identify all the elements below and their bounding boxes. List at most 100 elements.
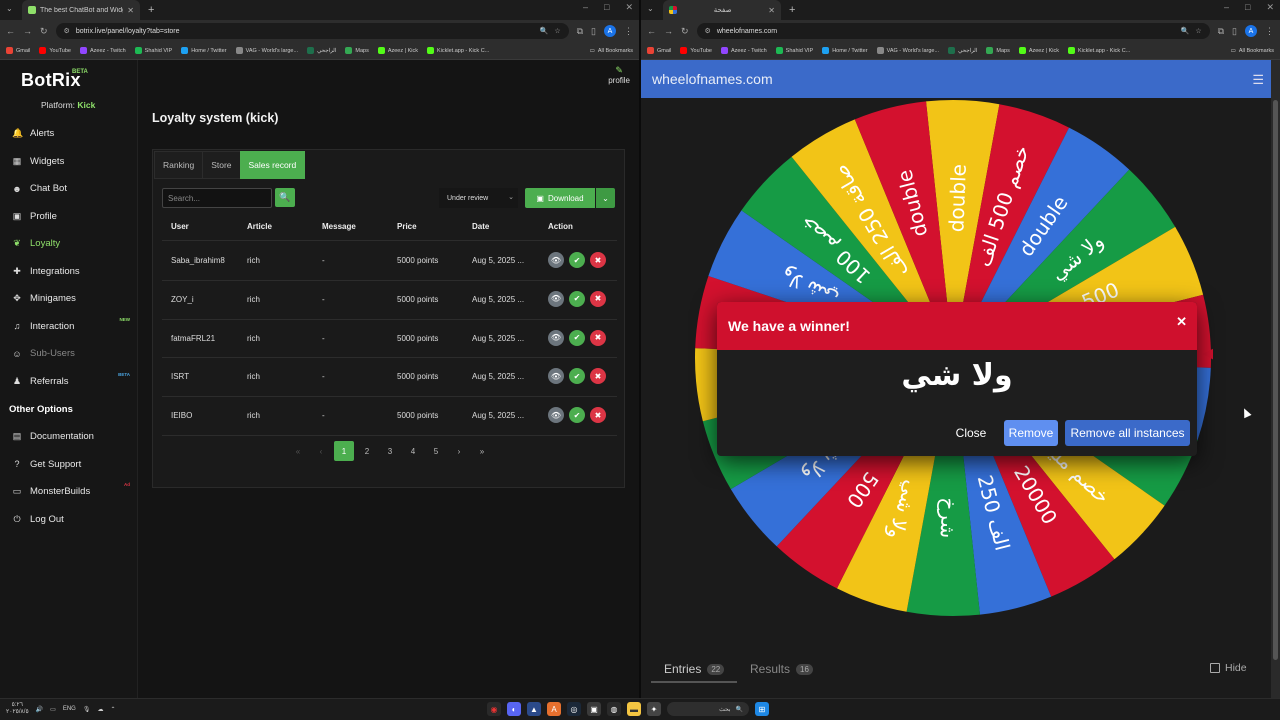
bookmark-item[interactable]: Gmail xyxy=(647,47,671,54)
new-tab-icon[interactable]: + xyxy=(148,4,154,16)
bookmark-item[interactable]: VAG - World's large... xyxy=(876,47,939,54)
sidebar-item-integrations[interactable]: ✚ Integrations xyxy=(0,258,138,286)
prev-page-icon[interactable]: ‹ xyxy=(311,441,331,461)
reload-icon[interactable]: ↻ xyxy=(681,26,689,37)
bookmark-item[interactable]: Kicklet.app - Kick C... xyxy=(1068,47,1130,54)
approve-icon[interactable]: ✔ xyxy=(569,290,585,307)
extensions-icon[interactable]: ⧉ xyxy=(577,26,583,37)
zoom-icon[interactable]: 🔍 xyxy=(540,27,549,35)
close-icon[interactable]: ✕ xyxy=(1176,314,1187,330)
search-input[interactable]: Search... xyxy=(162,188,272,208)
back-icon[interactable]: ← xyxy=(647,26,656,36)
minimize-icon[interactable]: – xyxy=(583,2,588,13)
back-icon[interactable]: ← xyxy=(6,26,15,36)
approve-icon[interactable]: ✔ xyxy=(569,329,585,346)
steam-icon[interactable]: ◎ xyxy=(567,702,581,716)
cloud-icon[interactable]: ☁ xyxy=(97,706,103,713)
view-icon[interactable]: 👁 xyxy=(548,329,564,346)
sidebar-item-interaction[interactable]: ♫ Interaction NEW xyxy=(0,313,138,341)
sidebar-item-minigames[interactable]: ✥ Minigames xyxy=(0,285,138,313)
sidebar-item-referrals[interactable]: ♟ Referrals BETA xyxy=(0,368,138,396)
microphone-icon[interactable]: 🎙 xyxy=(83,706,91,713)
language-indicator[interactable]: ENG xyxy=(63,706,76,712)
bookmark-item[interactable]: Gmail xyxy=(6,47,30,54)
maximize-icon[interactable]: □ xyxy=(604,2,609,13)
close-button[interactable]: Close xyxy=(949,420,993,446)
bookmark-item[interactable]: الراجحي xyxy=(307,47,336,54)
reject-icon[interactable]: ✖ xyxy=(590,329,606,346)
bookmark-item[interactable]: VAG - World's large... xyxy=(235,47,298,54)
obs-icon[interactable]: ◉ xyxy=(487,702,501,716)
tab-sales-record[interactable]: Sales record xyxy=(239,151,306,179)
forward-icon[interactable]: → xyxy=(664,26,673,36)
sidebar-item-alerts[interactable]: 🔔 Alerts xyxy=(0,120,138,148)
approve-icon[interactable]: ✔ xyxy=(569,252,585,268)
bookmark-item[interactable]: Azeez | Kick xyxy=(1018,47,1059,54)
forward-icon[interactable]: → xyxy=(23,26,32,36)
status-filter-select[interactable]: Under review ⌄ xyxy=(439,188,518,208)
close-tab-icon[interactable]: ✕ xyxy=(768,6,775,15)
discord-icon[interactable]: ◐ xyxy=(507,702,521,716)
bookmark-item[interactable]: Kicklet.app - Kick C... xyxy=(427,47,489,54)
app-icon[interactable]: A xyxy=(547,702,561,716)
sidebar-item-profile[interactable]: ▣ Profile xyxy=(0,203,138,231)
sidebar-item-chat-bot[interactable]: ☻ Chat Bot xyxy=(0,175,138,203)
reject-icon[interactable]: ✖ xyxy=(590,368,606,385)
download-dropdown-toggle[interactable]: ⌄ xyxy=(596,188,615,208)
tab-search-icon[interactable]: ⌄ xyxy=(6,4,13,13)
scrollbar[interactable] xyxy=(1271,60,1280,698)
remove-button[interactable]: Remove xyxy=(1004,420,1058,446)
network-icon[interactable]: ▭ xyxy=(50,706,56,713)
site-title[interactable]: wheelofnames.com xyxy=(652,71,773,87)
menu-icon[interactable]: ⋮ xyxy=(624,26,633,37)
view-icon[interactable]: 👁 xyxy=(548,252,564,268)
site-info-icon[interactable]: ⚙ xyxy=(705,27,711,35)
clock[interactable]: ٥:٢٦ ٢٠٢٥/٨/٥ xyxy=(6,702,29,716)
reject-icon[interactable]: ✖ xyxy=(590,290,606,307)
sidebar-item-loyalty[interactable]: ❦ Loyalty xyxy=(0,230,138,258)
taskbar-search[interactable]: بحث 🔍 xyxy=(667,702,749,716)
tray-expand-icon[interactable]: ⌃ xyxy=(110,706,115,713)
extensions-icon[interactable]: ⧉ xyxy=(1218,26,1224,37)
page-button[interactable]: 5 xyxy=(426,441,446,461)
last-page-icon[interactable]: » xyxy=(472,441,492,461)
sidebar-toggle-icon[interactable]: ▯ xyxy=(591,26,596,37)
search-button[interactable]: 🔍 xyxy=(275,188,295,207)
chrome-icon[interactable]: ◍ xyxy=(607,702,621,716)
bookmark-item[interactable]: YouTube xyxy=(680,47,712,54)
profile-avatar[interactable]: A xyxy=(604,25,616,37)
approve-icon[interactable]: ✔ xyxy=(569,407,585,424)
sidebar-item-monsterbuilds[interactable]: ▭ MonsterBuilds Ad xyxy=(0,478,138,506)
page-button[interactable]: 1 xyxy=(334,441,354,461)
tab-search-icon[interactable]: ⌄ xyxy=(647,4,654,13)
page-button[interactable]: 3 xyxy=(380,441,400,461)
download-button[interactable]: ▣ Download xyxy=(525,188,595,208)
bookmark-item[interactable]: Azeez | Kick xyxy=(377,47,418,54)
page-button[interactable]: 4 xyxy=(403,441,423,461)
close-tab-icon[interactable]: ✕ xyxy=(127,6,134,15)
reject-icon[interactable]: ✖ xyxy=(590,407,606,424)
sidebar-item-get-support[interactable]: ? Get Support xyxy=(0,451,138,479)
bookmark-item[interactable]: Azeez - Twitch xyxy=(80,47,126,54)
zoom-icon[interactable]: 🔍 xyxy=(1181,27,1190,35)
bookmark-item[interactable]: Home / Twitter xyxy=(822,47,868,54)
new-tab-icon[interactable]: + xyxy=(789,4,795,16)
sidebar-item-widgets[interactable]: ▦ Widgets xyxy=(0,148,138,176)
bookmark-item[interactable]: Shahid VIP xyxy=(134,47,172,54)
remove-all-instances-button[interactable]: Remove all instances xyxy=(1065,420,1190,446)
bookmark-item[interactable]: YouTube xyxy=(39,47,71,54)
maximize-icon[interactable]: □ xyxy=(1245,2,1250,13)
sidebar-item-log-out[interactable]: ⏻ Log Out xyxy=(0,506,138,534)
approve-icon[interactable]: ✔ xyxy=(569,368,585,385)
speaker-icon[interactable]: 🔊 xyxy=(36,706,43,713)
bookmark-item[interactable]: الراجحي xyxy=(948,47,977,54)
reject-icon[interactable]: ✖ xyxy=(590,252,606,268)
bookmark-item[interactable]: Shahid VIP xyxy=(775,47,813,54)
menu-icon[interactable]: ⋮ xyxy=(1265,26,1274,37)
windows-start-icon[interactable]: ⊞ xyxy=(755,702,769,716)
browser-tab[interactable]: صفحة ✕ xyxy=(663,0,781,20)
view-icon[interactable]: 👁 xyxy=(548,368,564,385)
first-page-icon[interactable]: « xyxy=(288,441,308,461)
bookmark-item[interactable]: Maps xyxy=(345,47,369,54)
close-window-icon[interactable]: ✕ xyxy=(625,2,633,13)
